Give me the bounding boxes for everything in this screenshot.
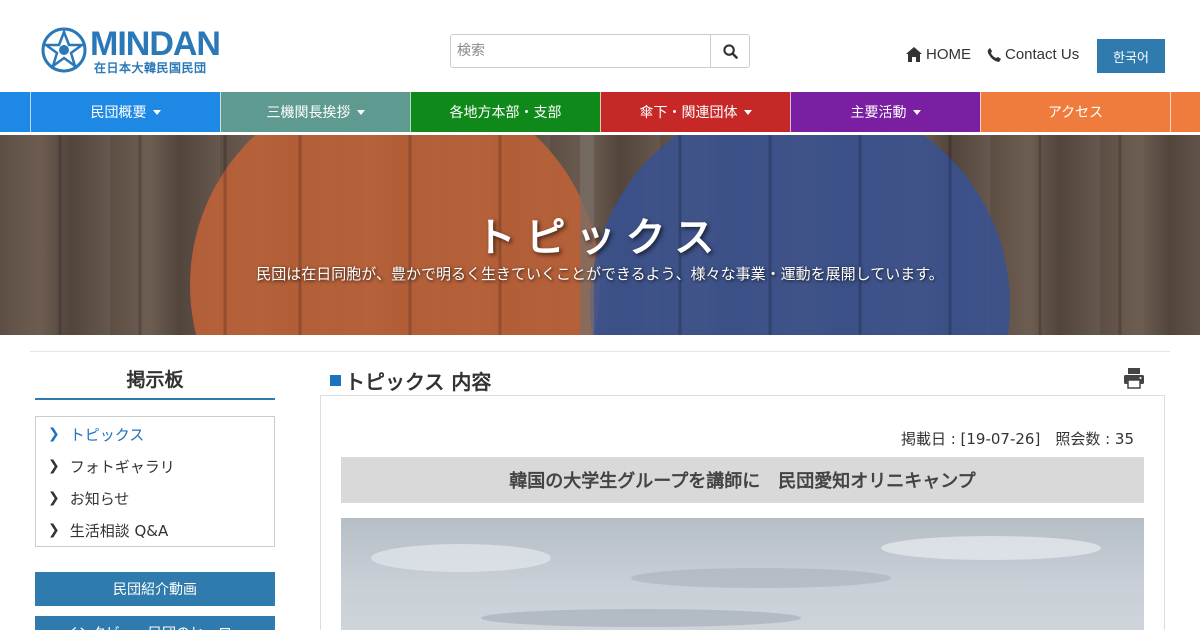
search-input[interactable] [450, 34, 711, 68]
sidebar-item-photo-gallery[interactable]: ❯ フォトギャラリ [48, 450, 175, 482]
hero-subtitle: 民団は在日同胞が、豊かで明るく生きていくことができるよう、様々な事業・運動を展開… [256, 265, 944, 283]
nav-item-overview[interactable]: 民団概要 [30, 92, 220, 132]
nav-label: 主要活動 [850, 105, 907, 121]
print-icon[interactable] [1123, 367, 1145, 389]
sidebar-item-life-qa[interactable]: ❯ 生活相談 Q&A [48, 514, 168, 546]
nav-item-access[interactable]: アクセス [980, 92, 1170, 132]
section-divider [30, 351, 1170, 352]
nav-item-affiliates[interactable]: 傘下・関連団体 [600, 92, 790, 132]
caret-down-icon [152, 109, 161, 115]
sidebar-title: 掲示板 [35, 365, 275, 400]
sky-clouds-image [371, 536, 1101, 627]
nav-label: アクセス [1047, 105, 1104, 121]
phone-icon [987, 47, 1001, 62]
sidebar-item-topics[interactable]: ❯ トピックス [48, 418, 144, 450]
sidebar-item-notices[interactable]: ❯ お知らせ [48, 482, 129, 514]
sidebar-item-label: 生活相談 Q&A [69, 521, 169, 540]
caret-down-icon [743, 109, 752, 115]
nav-label: 傘下・関連団体 [639, 105, 738, 121]
search-icon [722, 43, 738, 59]
emblem-icon [41, 27, 87, 73]
page-title-text: トピックス 内容 [345, 370, 492, 394]
mindan-logo[interactable]: MINDAN 在日本大韓民国民団 [40, 26, 230, 76]
logo-text: MINDAN [90, 25, 221, 63]
page-title: トピックス 内容 [330, 366, 491, 395]
search-box [450, 34, 750, 68]
home-icon [906, 47, 922, 62]
home-label: HOME [926, 46, 971, 63]
site-header: MINDAN 在日本大韓民国民団 HOME Contact Us 한국어 [0, 0, 1200, 92]
sidebar-item-label: トピックス [69, 425, 145, 444]
hero-banner: トピックス 民団は在日同胞が、豊かで明るく生きていくことができるよう、様々な事業… [0, 135, 1200, 335]
sidebar-item-label: フォトギャラリ [69, 457, 175, 476]
square-bullet-icon [330, 375, 341, 386]
nav-item-activities[interactable]: 主要活動 [790, 92, 980, 132]
nav-overflow [1170, 92, 1200, 132]
article-photo [341, 518, 1144, 630]
caret-down-icon [356, 109, 365, 115]
main-nav: 民団概要 三機関長挨拶 各地方本部・支部 傘下・関連団体 主要活動 アクセス [0, 92, 1200, 132]
logo-subtext: 在日本大韓民国民団 [94, 61, 207, 75]
chevron-right-icon: ❯ [48, 426, 60, 442]
chevron-right-icon: ❯ [48, 522, 60, 538]
sidebar-menu: ❯ トピックス ❯ フォトギャラリ ❯ お知らせ ❯ 生活相談 Q&A [35, 416, 275, 547]
nav-label: 民団概要 [90, 105, 147, 121]
contact-label: Contact Us [1005, 46, 1080, 63]
intro-video-button[interactable]: 民団紹介動画 [35, 572, 275, 606]
korean-language-button[interactable]: 한국어 [1097, 39, 1165, 73]
contact-link[interactable]: Contact Us [987, 46, 1079, 63]
chevron-right-icon: ❯ [48, 458, 60, 474]
article-box: 掲載日 : [19-07-26] 照会数 : 35 韓国の大学生グループを講師に… [320, 395, 1165, 630]
hero-title: トピックス [475, 215, 725, 261]
nav-item-branches[interactable]: 各地方本部・支部 [410, 92, 600, 132]
caret-down-icon [912, 109, 921, 115]
search-button[interactable] [710, 34, 750, 68]
sidebar-item-label: お知らせ [69, 489, 130, 508]
nav-label: 各地方本部・支部 [449, 105, 562, 121]
article-title: 韓国の大学生グループを講師に 民団愛知オリニキャンプ [341, 457, 1144, 503]
home-link[interactable]: HOME [906, 46, 971, 63]
chevron-right-icon: ❯ [48, 490, 60, 506]
article-meta: 掲載日 : [19-07-26] 照会数 : 35 [900, 430, 1134, 448]
nav-label: 三機関長挨拶 [266, 105, 351, 121]
interview-hero-button[interactable]: インタビュー民団のヒーロー [35, 616, 275, 630]
nav-item-greetings[interactable]: 三機関長挨拶 [220, 92, 410, 132]
